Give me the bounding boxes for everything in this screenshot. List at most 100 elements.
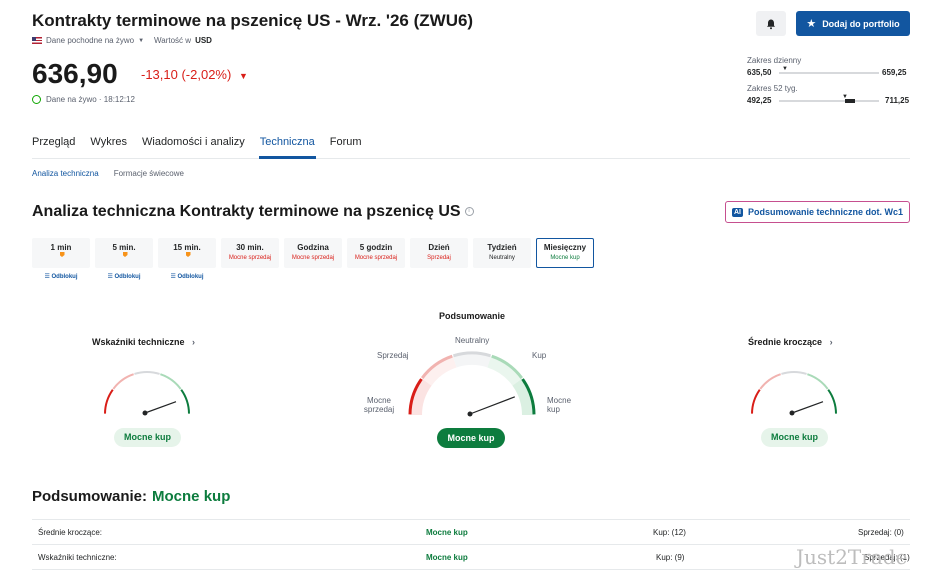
tab-chart[interactable]: Wykres [90, 136, 127, 148]
timeframe-label: Dzień [428, 243, 450, 252]
gauge-ma-title-text: Średnie kroczące [748, 337, 823, 347]
timeframe-status: Sprzedaj [427, 255, 451, 261]
gauge-label-strong-buy: Mocne kup [547, 396, 572, 414]
timeframe-status: Mocne sprzedaj [354, 255, 398, 261]
ai-summary-button[interactable]: AI Podsumowanie techniczne dot. Wc1 [725, 201, 910, 223]
timeframe-5[interactable]: 5 godzin Mocne sprzedaj [347, 238, 405, 268]
main-tabs: Przegląd Wykres Wiadomości i analizy Tec… [32, 136, 377, 148]
subtab-technical-analysis[interactable]: Analiza techniczna [32, 169, 99, 178]
gauge-indicators-title-text: Wskaźniki techniczne [92, 337, 185, 347]
tab-overview[interactable]: Przegląd [32, 136, 75, 148]
tab-forum[interactable]: Forum [330, 136, 362, 148]
tab-technical[interactable]: Techniczna [260, 136, 315, 148]
daily-range-low: 635,50 [747, 68, 772, 77]
timeframe-status: ☰ Odblokuj [44, 274, 78, 280]
add-to-portfolio-button[interactable]: ★ Dodaj do portfolio [796, 11, 910, 36]
timeframe-label: 1 min [50, 243, 72, 252]
us-flag-icon [32, 37, 42, 44]
gauge-indicators-needle-pivot [142, 410, 148, 416]
summary-heading-label: Podsumowanie: [32, 488, 148, 505]
data-type-dropdown[interactable]: Dane pochodne na żywo [46, 36, 134, 45]
star-icon: ★ [806, 18, 817, 30]
pro-lock-icon [185, 252, 191, 257]
daily-range-high: 659,25 [882, 68, 907, 77]
ai-summary-label: Podsumowanie techniczne dot. Wc1 [747, 207, 904, 217]
gauge-summary-zone-bg-3 [487, 356, 523, 386]
timeframe-0[interactable]: 1 min ☰ Odblokuj [32, 238, 90, 280]
last-price: 636,90 [32, 58, 118, 89]
week52-range-low: 492,25 [747, 96, 772, 105]
summary-heading: Podsumowanie: Mocne kup [32, 488, 230, 505]
row-name: Średnie kroczące: [38, 528, 103, 537]
gauge-ma-title[interactable]: Średnie kroczące › [748, 337, 833, 347]
week52-range-bar [779, 100, 879, 102]
gauge-ma-zone-2 [781, 371, 807, 375]
daily-range-bar [779, 72, 879, 74]
timeframe-label: 15 min. [173, 243, 201, 252]
row-name: Wskaźniki techniczne: [38, 553, 117, 562]
section-title-text: Analiza techniczna Kontrakty terminowe n… [32, 203, 461, 220]
live-status: Dane na żywo · 18:12:12 [32, 95, 135, 104]
gauge-summary-title: Podsumowanie [439, 311, 506, 321]
gauge-label-strong-sell: Mocne sprzedaj [363, 396, 395, 414]
gauge-label-buy: Kup [532, 351, 547, 360]
ai-badge: AI [731, 207, 743, 217]
week52-range-high: 711,25 [885, 96, 910, 105]
week52-range-label: Zakres 52 tyg. [747, 84, 798, 93]
sub-tabs: Analiza techniczna Formacje świecowe [32, 169, 184, 178]
timeframe-4[interactable]: Godzina Mocne sprzedaj [284, 238, 342, 268]
bell-plus-icon [767, 19, 775, 29]
arrow-down-icon: ▼ [238, 71, 248, 81]
timeframe-status: ☰ Odblokuj [170, 274, 204, 280]
chevron-right-icon: › [192, 337, 196, 347]
gauge-indicators-zone-3 [160, 373, 182, 390]
gauge-indicators-needle [144, 401, 177, 414]
gauge-ma-result: Mocne kup [761, 428, 828, 447]
timeframe-label: 30 min. [236, 243, 264, 252]
info-icon[interactable]: i [464, 207, 474, 217]
gauge-ma-zone-4 [827, 389, 837, 414]
timeframe-7[interactable]: Tydzień Neutralny [473, 238, 531, 268]
chevron-down-icon[interactable]: ▼ [138, 38, 144, 44]
row-value: Mocne kup [426, 528, 468, 537]
timeframe-8[interactable]: Miesięczny Mocne kup [536, 238, 594, 268]
gauge-label-neutral: Neutralny [455, 336, 490, 345]
tab-divider [32, 158, 910, 159]
timeframe-status: Mocne sprzedaj [228, 255, 272, 261]
timeframe-label: Godzina [297, 243, 329, 252]
gauge-indicators-zone-4 [180, 389, 190, 414]
gauge-ma-needle-pivot [789, 410, 795, 416]
gauge-summary-needle-pivot [467, 411, 473, 417]
timeframe-selector: 1 min ☰ Odblokuj 5 min. ☰ Odblokuj 15 min. ☰ … [32, 238, 594, 280]
timeframe-1[interactable]: 5 min. ☰ Odblokuj [95, 238, 153, 280]
gauge-indicators-title[interactable]: Wskaźniki techniczne › [92, 337, 195, 347]
timeframe-2[interactable]: 15 min. ☰ Odblokuj [158, 238, 216, 280]
section-title: Analiza techniczna Kontrakty terminowe n… [32, 203, 474, 221]
alert-button[interactable] [756, 11, 786, 36]
gauge-ma-zone-0 [751, 389, 761, 414]
live-time: Dane na żywo · 18:12:12 [46, 95, 135, 104]
watermark-logo: Just2Trade [796, 545, 908, 569]
gauge-summary [408, 351, 536, 417]
gauge-indicators [104, 371, 190, 416]
row-buy-count: Kup: (12) [653, 528, 686, 537]
quote-meta: Dane pochodne na żywo ▼ Wartość w USD [32, 36, 212, 45]
week52-range-marker: ▼ [842, 94, 848, 100]
gauge-indicators-zone-2 [134, 371, 160, 375]
table-row: Wskaźniki techniczne: Mocne kup Kup: (9)… [32, 545, 910, 570]
currency-label: Wartość w [154, 36, 192, 45]
timeframe-6[interactable]: Dzień Sprzedaj [410, 238, 468, 268]
currency-value: USD [195, 36, 212, 45]
timeframe-3[interactable]: 30 min. Mocne sprzedaj [221, 238, 279, 268]
row-buy-count: Kup: (9) [656, 553, 685, 562]
tab-news[interactable]: Wiadomości i analizy [142, 136, 245, 148]
timeframe-label: Miesięczny [543, 243, 587, 252]
pro-lock-icon [59, 252, 65, 257]
gauge-indicators-zone-0 [104, 389, 114, 414]
gauge-ma-zone-3 [807, 373, 829, 390]
subtab-candlestick-patterns[interactable]: Formacje świecowe [114, 169, 184, 178]
summary-heading-value: Mocne kup [152, 488, 231, 505]
timeframe-status: Mocne sprzedaj [291, 255, 335, 261]
gauge-summary-result: Mocne kup [437, 428, 505, 448]
page-title: Kontrakty terminowe na pszenicę US - Wrz… [32, 11, 474, 30]
